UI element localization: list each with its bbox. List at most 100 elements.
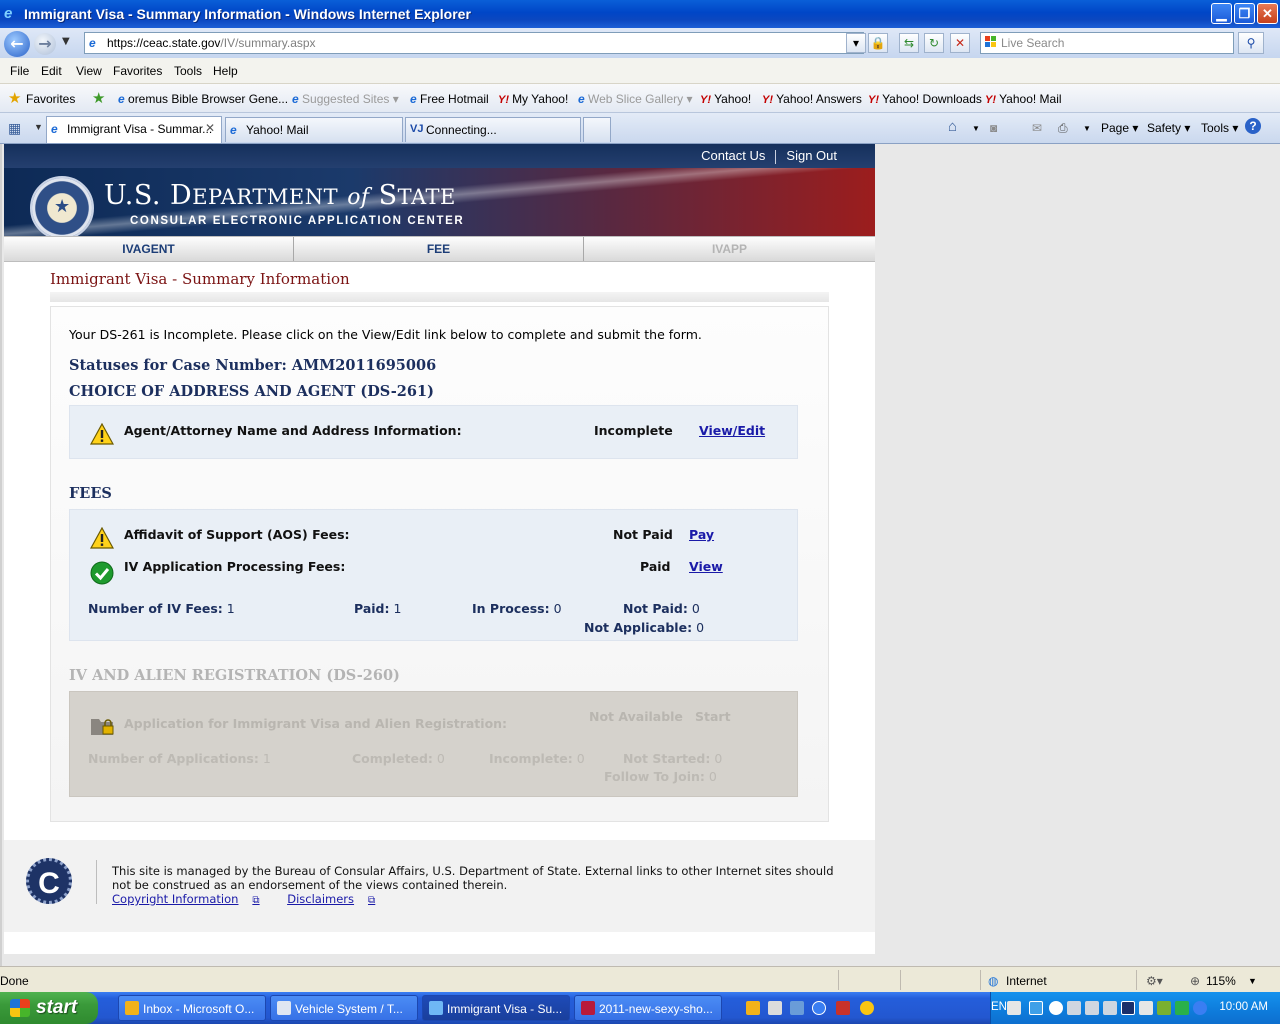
quicklaunch-icon[interactable] (768, 1001, 782, 1015)
tray-icon[interactable] (1103, 1001, 1117, 1015)
quicklaunch-icon[interactable] (790, 1001, 804, 1015)
address-bar[interactable]: e https://ceac.state.gov/IV/summary.aspx (84, 32, 864, 54)
home-icon[interactable]: ⌂ (948, 118, 957, 135)
iv-fees-label: IV Application Processing Fees: (124, 559, 346, 574)
fav-yahoo-downloads[interactable]: Y! Yahoo! Downloads (868, 92, 982, 106)
page-footer: C This site is managed by the Bureau of … (4, 840, 875, 932)
agent-address-label: Agent/Attorney Name and Address Informat… (124, 423, 462, 438)
search-input[interactable]: Live Search (980, 32, 1234, 54)
close-button[interactable]: ✕ (1257, 3, 1278, 24)
tab-yahoo-mail[interactable]: e Yahoo! Mail (225, 117, 403, 142)
top-strip: Contact Us Sign Out (4, 144, 875, 168)
tab-list-icon[interactable]: ▼ (34, 122, 43, 132)
refresh-icon[interactable]: ↻ (924, 33, 944, 53)
quicklaunch-icon[interactable] (746, 1001, 760, 1015)
quick-tabs-icon[interactable]: ▦ (8, 120, 21, 137)
compatibility-icon[interactable]: ⇆ (899, 33, 919, 53)
print-icon[interactable]: ⎙ (1058, 121, 1068, 136)
print-dropdown-icon[interactable]: ▼ (1083, 124, 1091, 133)
lock-icon[interactable]: 🔒 (868, 33, 888, 53)
minimize-button[interactable]: ▁ (1211, 3, 1232, 24)
quicklaunch-icon[interactable] (836, 1001, 850, 1015)
mail-icon[interactable]: ✉ (1032, 121, 1042, 135)
zoom-icon[interactable]: ⊕ (1190, 974, 1200, 988)
contact-us-link[interactable]: Contact Us (691, 148, 775, 163)
back-button[interactable]: ← (4, 31, 30, 57)
tray-icon[interactable] (1193, 1001, 1207, 1015)
tab-immigrant-visa[interactable]: e Immigrant Visa - Summar... ✕ (46, 116, 222, 143)
nav-ivagent[interactable]: IVAGENT (4, 237, 294, 261)
tools-menu[interactable]: Tools ▾ (1201, 121, 1238, 135)
summary-card: Your DS-261 is Incomplete. Please click … (50, 306, 829, 822)
fav-free-hotmail[interactable]: e Free Hotmail (410, 92, 489, 106)
tray-icon[interactable] (1007, 1001, 1021, 1015)
history-dropdown-icon[interactable]: ▼ (62, 36, 70, 47)
favorites-button[interactable]: Favorites (26, 92, 75, 106)
window-icon (277, 1001, 291, 1015)
task-yahoo-page[interactable]: 2011-new-sexy-sho... (574, 995, 722, 1021)
tray-icon[interactable] (1175, 1001, 1189, 1015)
zoom-level[interactable]: 115% (1206, 974, 1236, 988)
menu-bar: File Edit View Favorites Tools Help (0, 58, 1280, 84)
menu-view[interactable]: View (76, 64, 102, 78)
menu-help[interactable]: Help (213, 64, 238, 78)
fav-yahoo[interactable]: Y! Yahoo! (700, 92, 751, 106)
stop-icon[interactable]: ✕ (950, 33, 970, 53)
zoom-dropdown-icon[interactable]: ▼ (1248, 976, 1257, 986)
status-bar: Done ◍ Internet ⚙▾ ⊕ 115% ▼ (0, 966, 1280, 992)
tab-connecting[interactable]: VJ Connecting... (405, 117, 581, 142)
task-immigrant-visa[interactable]: Immigrant Visa - Su... (422, 995, 570, 1021)
task-outlook-inbox[interactable]: Inbox - Microsoft O... (118, 995, 266, 1021)
safety-menu[interactable]: Safety ▾ (1147, 121, 1190, 135)
view-edit-link[interactable]: View/Edit (699, 423, 765, 438)
tab-close-icon[interactable]: ✕ (205, 121, 215, 135)
sign-out-link[interactable]: Sign Out (776, 148, 847, 163)
view-link[interactable]: View (689, 559, 723, 574)
maximize-button[interactable]: ❐ (1234, 3, 1255, 24)
fav-my-yahoo[interactable]: Y! My Yahoo! (498, 92, 568, 106)
fav-web-slice-gallery[interactable]: e Web Slice Gallery ▾ (578, 92, 693, 106)
fees-heading: FEES (69, 485, 112, 502)
task-vehicle-system[interactable]: Vehicle System / T... (270, 995, 418, 1021)
add-favorite-icon[interactable]: ★ (92, 89, 105, 107)
copyright-link[interactable]: Copyright Information ⧉ (112, 892, 272, 906)
favorites-star-icon: ★ (8, 90, 22, 107)
tray-icon[interactable] (1157, 1001, 1171, 1015)
ie-page-icon: e (51, 122, 58, 136)
menu-tools[interactable]: Tools (174, 64, 202, 78)
fav-suggested-sites[interactable]: e Suggested Sites ▾ (292, 92, 399, 106)
address-dropdown-icon[interactable]: ▾ (846, 33, 866, 53)
follow-to-join-count: Follow To Join: 0 (604, 769, 717, 784)
status-separator (1136, 970, 1137, 990)
pay-link[interactable]: Pay (689, 527, 714, 542)
protected-mode-icon[interactable]: ⚙▾ (1146, 974, 1163, 988)
nav-fee[interactable]: FEE (294, 237, 584, 261)
feeds-icon[interactable]: ◙ (990, 121, 997, 135)
new-tab-button[interactable] (583, 117, 611, 142)
language-indicator[interactable]: EN (991, 1001, 1007, 1013)
tray-icon[interactable] (1029, 1001, 1043, 1015)
disclaimers-link[interactable]: Disclaimers ⧉ (287, 892, 387, 906)
search-button[interactable]: ⚲ (1238, 32, 1264, 54)
messenger-icon[interactable] (860, 1001, 874, 1015)
help-icon[interactable]: ? (1245, 118, 1261, 134)
tray-icon[interactable] (1121, 1001, 1135, 1015)
tray-icon[interactable] (1067, 1001, 1081, 1015)
external-link-icon: ⧉ (368, 895, 376, 906)
home-dropdown-icon[interactable]: ▼ (972, 124, 980, 133)
menu-file[interactable]: File (10, 64, 29, 78)
menu-edit[interactable]: Edit (41, 64, 62, 78)
tray-icon[interactable] (1049, 1001, 1063, 1015)
start-button[interactable]: start (0, 992, 98, 1024)
menu-favorites[interactable]: Favorites (113, 64, 162, 78)
fees-panel: Affidavit of Support (AOS) Fees: Not Pai… (69, 509, 798, 641)
fav-oremus[interactable]: e oremus Bible Browser Gene... (118, 92, 288, 106)
tray-icon[interactable] (1139, 1001, 1153, 1015)
fav-yahoo-answers[interactable]: Y! Yahoo! Answers (762, 92, 862, 106)
page-menu[interactable]: Page ▾ (1101, 121, 1138, 135)
forward-button[interactable]: → (34, 33, 56, 55)
media-player-icon[interactable] (812, 1001, 826, 1015)
globe-icon: ◍ (988, 974, 999, 988)
fav-yahoo-mail[interactable]: Y! Yahoo! Mail (985, 92, 1062, 106)
tray-icon[interactable] (1085, 1001, 1099, 1015)
